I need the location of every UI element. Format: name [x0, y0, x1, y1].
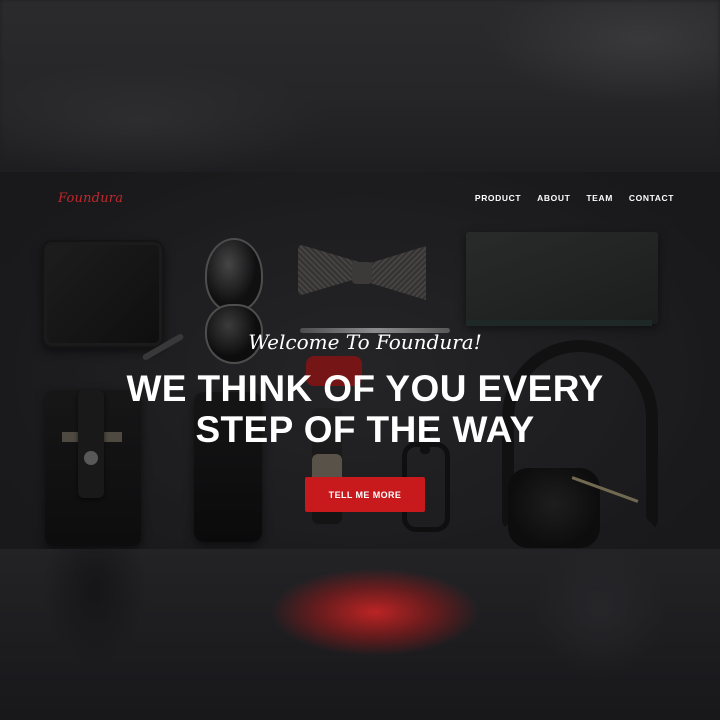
blurred-background-top — [0, 0, 720, 172]
nav-item-about[interactable]: ABOUT — [537, 193, 570, 203]
tell-me-more-button[interactable]: TELL ME MORE — [305, 477, 425, 512]
hero-headline: WE THINK OF YOU EVERY STEP OF THE WAY — [0, 368, 720, 450]
blurred-background-bottom — [0, 549, 720, 720]
hero-welcome-text: Welcome To Foundura! — [248, 330, 482, 354]
nav-item-team[interactable]: TEAM — [586, 193, 612, 203]
main-nav: PRODUCT ABOUT TEAM CONTACT — [475, 193, 674, 203]
hero-headline-line-2: STEP OF THE WAY — [195, 409, 535, 450]
nav-item-contact[interactable]: CONTACT — [629, 193, 674, 203]
hero-headline-line-1: WE THINK OF YOU EVERY — [126, 368, 604, 409]
nav-item-product[interactable]: PRODUCT — [475, 193, 521, 203]
brand-logo[interactable]: Foundura — [58, 191, 123, 206]
hero-section: Foundura PRODUCT ABOUT TEAM CONTACT Welc… — [0, 172, 720, 549]
